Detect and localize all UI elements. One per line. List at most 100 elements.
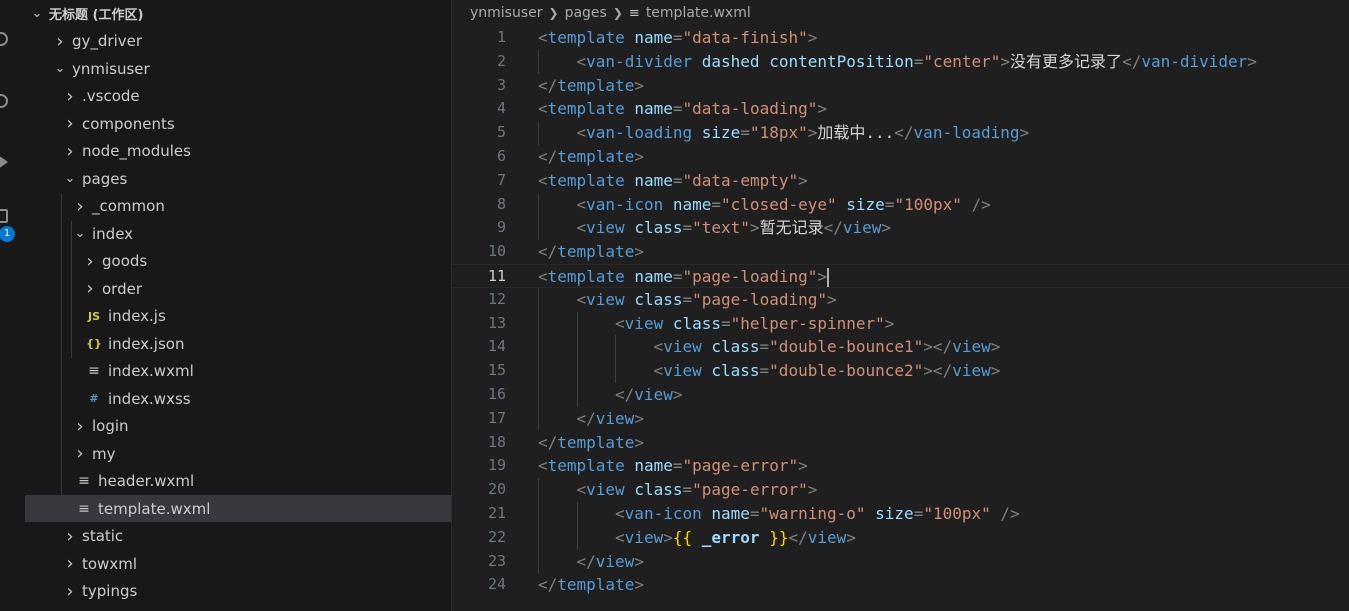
text-cursor: [827, 268, 830, 287]
code-token: <: [576, 194, 587, 214]
tree-file-index-wxml[interactable]: ≡ index.wxml: [25, 358, 451, 385]
tree-folder-login[interactable]: › login: [25, 413, 451, 440]
tree-file-index-json[interactable]: {} index.json: [25, 330, 451, 357]
tree-folder-my[interactable]: › my: [25, 440, 451, 467]
code-line[interactable]: 24 </template>: [452, 573, 1349, 597]
line-number: 2: [496, 51, 506, 70]
code-line[interactable]: 11 <template name="page-loading">: [452, 264, 1349, 288]
code-line[interactable]: 16 </view>: [452, 383, 1349, 407]
code-line[interactable]: 15 <view class="double-bounce2"></view>: [452, 359, 1349, 383]
tree-folder-vscode[interactable]: › .vscode: [25, 83, 451, 110]
code-line[interactable]: 6 </template>: [452, 145, 1349, 169]
code-token: />: [971, 194, 991, 214]
code-token: >: [1019, 123, 1030, 143]
source-control-icon[interactable]: [0, 94, 8, 108]
code-line[interactable]: 21 <van-icon name="warning-o" size="100px…: [452, 502, 1349, 526]
code-token: view: [663, 337, 702, 357]
line-number: 9: [496, 218, 506, 237]
code-line[interactable]: 10 </template>: [452, 240, 1349, 264]
chevron-down-icon: ⌄: [54, 61, 66, 76]
code-line[interactable]: 23 </view>: [452, 549, 1349, 574]
code-token: >: [798, 456, 808, 476]
code-line[interactable]: 14 <view class="double-bounce1"></view>: [452, 335, 1349, 360]
code-line[interactable]: 19 <template name="page-error">: [452, 454, 1349, 478]
breadcrumb-item-ynmisuser[interactable]: ynmisuser: [470, 5, 543, 21]
code-line[interactable]: 3 </template>: [452, 74, 1349, 98]
tree-folder-ynmisuser[interactable]: ⌄ ynmisuser: [25, 55, 451, 82]
code-token: view: [663, 361, 702, 381]
code-token: name: [634, 99, 673, 119]
code-token: <: [615, 313, 625, 333]
extensions-icon[interactable]: [0, 209, 8, 223]
code-token: >: [634, 432, 644, 452]
code-token: "page-error": [692, 480, 808, 500]
tree-folder-index[interactable]: ⌄ index: [25, 220, 451, 247]
line-number: 3: [496, 75, 506, 94]
code-token: >: [807, 123, 818, 143]
code-token: <: [576, 51, 587, 71]
code-token: "center": [923, 51, 1001, 71]
code-line[interactable]: 17 </view>: [452, 406, 1349, 431]
code-line[interactable]: 2 <van-divider dashed contentPosition="ce…: [452, 49, 1349, 74]
code-token: size: [701, 123, 741, 143]
code-token: van-icon: [624, 504, 702, 523]
breadcrumb-item-pages[interactable]: pages: [565, 5, 607, 21]
run-debug-icon[interactable]: [0, 155, 8, 169]
code-line[interactable]: 12 <view class="page-loading">: [452, 287, 1349, 312]
tree-folder-goods[interactable]: › goods: [25, 248, 451, 275]
code-token: van-loading: [913, 123, 1020, 143]
tree-item-label: towxml: [82, 554, 137, 573]
code-token: =: [913, 504, 924, 523]
workspace-root[interactable]: ⌄ 无标题 (工作区): [25, 0, 451, 27]
activity-bar: 1: [0, 0, 25, 611]
tree-item-label: index.json: [108, 334, 185, 353]
code-content: <template name="page-loading">: [538, 265, 830, 289]
code-token: _error: [701, 527, 760, 547]
code-line[interactable]: 22 <view>{{ _error }}</view>: [452, 525, 1349, 550]
tree-folder-typings[interactable]: › typings: [25, 578, 451, 605]
code-content: </view>: [577, 550, 644, 574]
code-line[interactable]: 20 <view class="page-error">: [452, 478, 1349, 502]
tree-file-header-wxml[interactable]: ≡ header.wxml: [25, 468, 451, 495]
tree-folder-common[interactable]: › _common: [25, 193, 451, 220]
code-token: 加载中...: [817, 123, 895, 143]
tree-folder-towxml[interactable]: › towxml: [25, 550, 451, 577]
code-line[interactable]: 9 <view class="text">暂无记录</view>: [452, 216, 1349, 241]
chevron-right-icon: ›: [66, 580, 74, 602]
tree-file-index-js[interactable]: JS index.js: [25, 303, 451, 330]
tree-folder-static[interactable]: › static: [25, 523, 451, 550]
search-icon[interactable]: [0, 32, 8, 46]
tree-file-index-wxss[interactable]: # index.wxss: [25, 385, 451, 412]
code-line[interactable]: 8 <van-icon name="closed-eye" size="100px…: [452, 192, 1349, 217]
code-editor[interactable]: 1 <template name="data-finish"> 2 <van-divi…: [452, 26, 1349, 611]
code-line[interactable]: 7 <template name="data-empty">: [452, 169, 1349, 193]
tree-folder-order[interactable]: › order: [25, 275, 451, 302]
indent-guide: [538, 311, 539, 336]
chevron-right-icon: ›: [66, 113, 74, 134]
tree-item-label: header.wxml: [98, 472, 195, 490]
code-line[interactable]: 5 <van-loading size="18px">加载中...</van-lo…: [452, 121, 1349, 145]
code-line[interactable]: 18 </template>: [452, 431, 1349, 455]
tree-folder-components[interactable]: › components: [25, 110, 451, 137]
tree-folder-gy-driver[interactable]: › gy_driver: [25, 28, 451, 55]
tree-folder-pages[interactable]: ⌄ pages: [25, 165, 451, 192]
tree-item-label: components: [82, 114, 175, 133]
code-line[interactable]: 13 <view class="helper-spinner">: [452, 311, 1349, 336]
indent-guide: [538, 478, 539, 502]
code-token: =: [759, 361, 770, 381]
tree-folder-node-modules[interactable]: › node_modules: [25, 138, 451, 165]
tree-file-template-wxml[interactable]: ≡ template.wxml: [25, 495, 451, 522]
code-token: van-loading: [586, 123, 693, 143]
code-content: <view class="text">暂无记录</view>: [577, 216, 892, 240]
code-token: >: [807, 28, 818, 47]
tree-item-label: login: [92, 417, 129, 435]
code-line[interactable]: 4 <template name="data-loading">: [452, 97, 1349, 121]
notification-badge: 1: [0, 226, 15, 242]
code-token: >: [990, 361, 1001, 381]
code-token: >: [798, 170, 808, 190]
breadcrumb-item-template-wxml[interactable]: template.wxml: [646, 5, 751, 21]
code-line[interactable]: 1 <template name="data-finish">: [452, 26, 1349, 50]
